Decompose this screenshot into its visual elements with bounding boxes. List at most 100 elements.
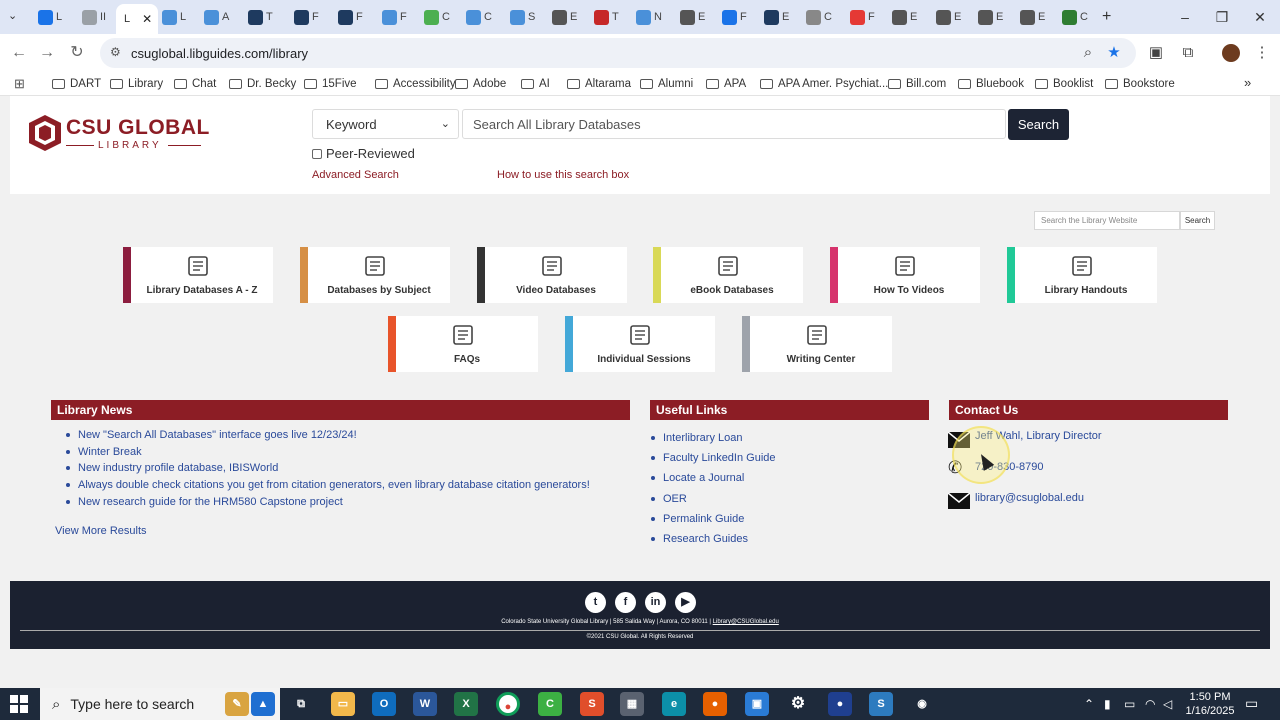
linkedin-icon[interactable]: in [645,592,666,613]
browser-tab[interactable]: C [1058,6,1098,28]
firefox-icon[interactable]: ● [703,692,727,716]
useful-link[interactable]: Permalink Guide [651,513,744,525]
bookmark-item[interactable]: DART [52,76,101,92]
useful-link[interactable]: Locate a Journal [651,472,744,484]
calculator-icon[interactable]: ▦ [620,692,644,716]
snagit-editor-icon[interactable]: S [869,692,893,716]
resource-tile[interactable]: Writing Center [742,316,892,372]
browser-tab[interactable]: F [378,6,418,28]
useful-link[interactable]: Interlibrary Loan [651,432,743,444]
excel-icon[interactable]: X [454,692,478,716]
zoom-icon[interactable]: ⌕ [1078,43,1098,63]
tab-list-menu-icon[interactable]: ⌄ [8,9,17,22]
resource-tile[interactable]: FAQs [388,316,538,372]
browser-tab[interactable]: F [846,6,886,28]
useful-link[interactable]: Research Guides [651,533,748,545]
twitter-icon[interactable]: t [585,592,606,613]
site-search-input[interactable]: Search the Library Website [1034,211,1180,230]
browser-tab[interactable]: E [548,6,588,28]
resource-tile[interactable]: Individual Sessions [565,316,715,372]
paint-icon[interactable]: ✎ [225,692,249,716]
bookmark-item[interactable]: Bluebook [958,76,1024,92]
site-search-button[interactable]: Search [1180,211,1215,230]
resource-tile[interactable]: How To Videos [830,247,980,303]
browser-tab[interactable]: C [420,6,460,28]
new-tab-button[interactable]: + [1102,8,1111,26]
browser-tab[interactable]: F [290,6,330,28]
start-button[interactable] [10,695,28,713]
remote-icon[interactable]: ▣ [745,692,769,716]
bookmark-item[interactable]: Booklist [1035,76,1093,92]
cast-icon[interactable]: ▣ [1146,43,1166,63]
useful-link[interactable]: OER [651,493,687,505]
bookmark-item[interactable]: 15Five [304,76,357,92]
peer-reviewed-toggle[interactable]: Peer-Reviewed [312,146,415,161]
snagit-icon[interactable]: S [580,692,604,716]
news-item[interactable]: Winter Break [66,446,142,458]
browser-tab[interactable]: E [1016,6,1056,28]
task-view-icon[interactable]: ⧉ [289,692,313,716]
bookmark-item[interactable]: Altarama [567,76,631,92]
show-hidden-icons-icon[interactable]: ⌃ [1084,697,1094,711]
edge-icon[interactable]: e [662,692,686,716]
browser-tab[interactable]: L [158,6,198,28]
file-explorer-icon[interactable]: ▭ [331,692,355,716]
browser-tab[interactable]: E [974,6,1014,28]
notifications-icon[interactable]: ▭ [1245,695,1258,712]
browser-tab[interactable]: F [334,6,374,28]
view-more-link[interactable]: View More Results [55,525,147,537]
browser-tab[interactable]: F [718,6,758,28]
resource-tile[interactable]: Library Handouts [1007,247,1157,303]
more-bookmarks-icon[interactable]: » [1244,75,1251,90]
advanced-search-link[interactable]: Advanced Search [312,169,399,181]
database-search-input[interactable]: Search All Library Databases [462,109,1006,139]
facebook-icon[interactable]: f [615,592,636,613]
browser-tab[interactable]: E [932,6,972,28]
bookmark-item[interactable]: Adobe [455,76,506,92]
word-icon[interactable]: W [413,692,437,716]
bookmark-item[interactable]: Dr. Becky [229,76,296,92]
recorder-icon[interactable]: ◉ [910,692,934,716]
extensions-icon[interactable]: ⧉ [1178,43,1198,63]
menu-icon[interactable]: ⋮ [1252,43,1272,63]
close-tab-icon[interactable]: ✕ [142,12,152,26]
resource-tile[interactable]: eBook Databases [653,247,803,303]
active-tab[interactable]: L ✕ [116,4,158,34]
forward-button[interactable]: → [36,42,58,64]
browser-tab[interactable]: C [802,6,842,28]
browser-tab[interactable]: E [888,6,928,28]
back-button[interactable]: ← [8,42,30,64]
profile-avatar[interactable] [1222,44,1240,62]
youtube-icon[interactable]: ▶ [675,592,696,613]
browser-tab[interactable]: S [506,6,546,28]
reload-button[interactable]: ↻ [66,42,88,64]
microphone-icon[interactable]: ▮ [1104,697,1111,711]
outlook-icon[interactable]: O [372,692,396,716]
bookmark-item[interactable]: APA Amer. Psychiat... [760,76,888,92]
bookmark-item[interactable]: Chat [174,76,216,92]
search-button[interactable]: Search [1008,109,1069,140]
resource-tile[interactable]: Library Databases A - Z [123,247,273,303]
useful-link[interactable]: Faculty LinkedIn Guide [651,452,776,464]
news-item[interactable]: Always double check citations you get fr… [66,479,590,491]
browser-tab[interactable]: II [78,6,118,28]
chrome-icon[interactable]: ● [496,692,520,716]
browser-tab[interactable]: A [200,6,240,28]
network-icon[interactable]: ◠ [1145,697,1155,711]
news-item[interactable]: New industry profile database, IBISWorld [66,462,278,474]
browser-tab[interactable]: N [632,6,672,28]
browser-tab[interactable]: E [760,6,800,28]
store-icon[interactable]: ▲ [251,692,275,716]
browser-tab[interactable]: T [244,6,284,28]
maximize-button[interactable]: ❐ [1207,6,1237,28]
bookmark-item[interactable]: Bookstore [1105,76,1175,92]
bookmark-item[interactable]: Accessibility [375,76,456,92]
news-item[interactable]: New research guide for the HRM580 Capsto… [66,496,343,508]
browser-tab[interactable]: C [462,6,502,28]
minimize-button[interactable]: – [1170,6,1200,28]
apps-grid-icon[interactable]: ⊞ [14,76,25,92]
email-link[interactable]: library@csuglobal.edu [975,492,1084,504]
bookmark-item[interactable]: AI [521,76,550,92]
bookmark-item[interactable]: Alumni [640,76,693,92]
clock[interactable]: 1:50 PM 1/16/2025 [1180,690,1240,718]
